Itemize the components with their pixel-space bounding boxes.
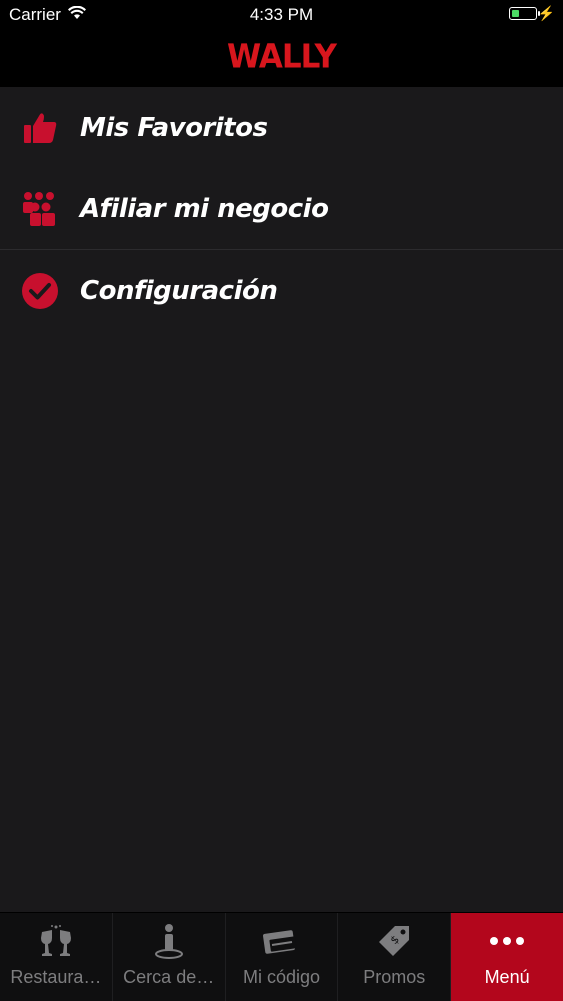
tab-cerca-de[interactable]: Cerca de… [113,913,226,1001]
tab-label: Menú [484,967,530,987]
tab-mi-codigo[interactable]: Mi código [226,913,339,1001]
people-group-icon [20,189,60,229]
status-bar: Carrier 4:33 PM ⚡ [0,0,563,30]
menu-item-favoritos[interactable]: Mis Favoritos [0,87,563,168]
tab-label: Cerca de… [123,967,215,987]
menu-list: Mis Favoritos Afiliar mi negocio Configu… [0,87,563,331]
menu-item-label: Mis Favoritos [80,112,268,143]
check-circle-icon [20,271,60,311]
tab-label: Promos [363,967,426,987]
tab-bar: Restaura… Cerca de… Mi código $ Promos M… [0,912,563,1001]
menu-item-label: Afiliar mi negocio [80,193,329,224]
wine-glasses-icon [0,923,112,959]
tab-menu[interactable]: Menú [451,913,563,1001]
charging-icon: ⚡ [537,5,555,21]
tab-label: Mi código [242,967,321,987]
card-code-icon [226,923,338,959]
thumbs-up-icon [20,108,60,148]
app-logo: WALLY [227,38,337,76]
price-tag-icon: $ [338,923,450,959]
tab-label: Restaura… [10,967,102,987]
tab-promos[interactable]: $ Promos [338,913,452,1001]
nav-bar: WALLY [0,30,563,87]
person-location-icon [113,923,225,959]
clock: 4:33 PM [249,5,314,24]
more-dots-icon [451,923,563,959]
menu-item-configuracion[interactable]: Configuración [0,250,563,331]
menu-item-label: Configuración [80,275,278,306]
tab-restaurantes[interactable]: Restaura… [0,913,113,1001]
battery-icon [509,7,540,20]
menu-item-afiliar[interactable]: Afiliar mi negocio [0,168,563,250]
battery-level [512,10,520,17]
